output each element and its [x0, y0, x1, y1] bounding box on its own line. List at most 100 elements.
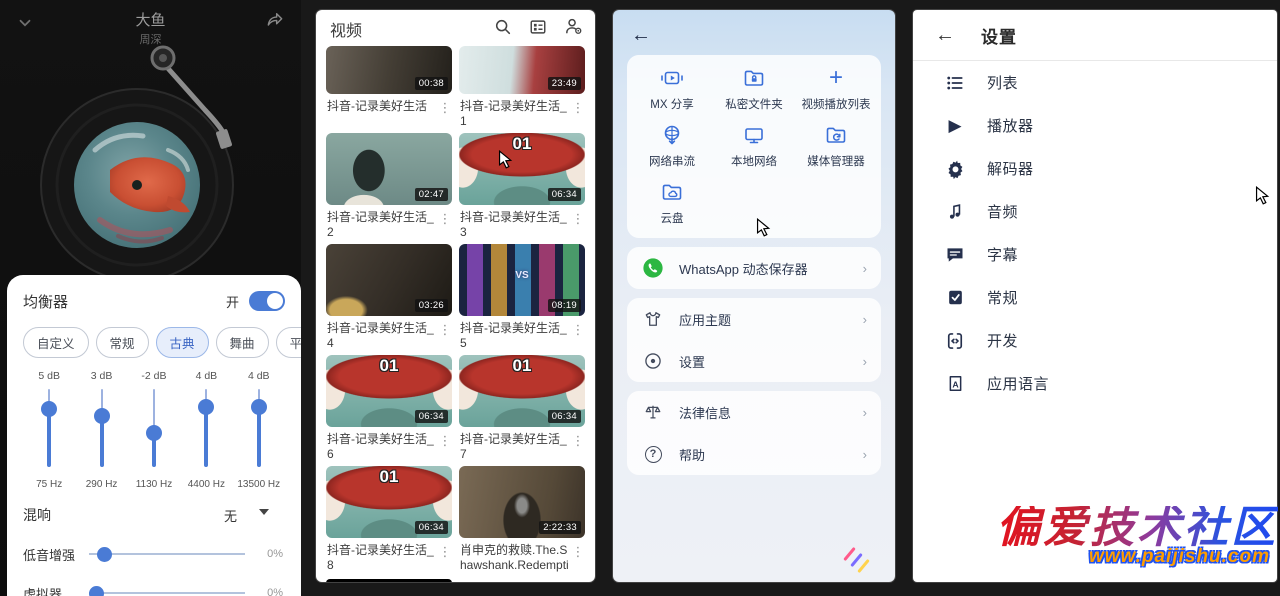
bass-boost-label: 低音增强: [23, 545, 87, 564]
drawer-panel: ← MX 分享 私密文件夹 + 视频播放列表: [613, 10, 895, 582]
band-1130hz: -2 dB 1130 Hz: [128, 370, 180, 490]
menu-whatsapp-saver[interactable]: WhatsApp 动态保存器 ›: [627, 247, 881, 289]
band-slider-thumb[interactable]: [94, 408, 110, 424]
list-icon: [943, 73, 967, 93]
more-menu-icon[interactable]: ⋮: [571, 432, 585, 462]
menu-help[interactable]: ? 帮助 ›: [627, 433, 881, 475]
shortcut-media-manager[interactable]: 媒体管理器: [795, 122, 877, 169]
legal-scales-icon: [641, 402, 665, 422]
video-item[interactable]: 00:38 抖音-记录美好生活⋮: [326, 46, 452, 129]
duration-badge: 23:49: [548, 77, 581, 90]
language-doc-icon: A: [943, 374, 967, 393]
video-item-partial[interactable]: [326, 579, 452, 582]
cloud-drive-icon: [660, 179, 684, 205]
back-arrow-icon[interactable]: ←: [935, 25, 955, 46]
settings-item-decoder[interactable]: 解码器: [913, 147, 1277, 190]
more-menu-icon[interactable]: ⋮: [571, 99, 585, 129]
video-item[interactable]: VS08:19 抖音-记录美好生活_5⋮: [459, 244, 585, 351]
virtualizer-value: 0%: [257, 587, 283, 596]
more-menu-icon[interactable]: ⋮: [438, 321, 452, 351]
equalizer-title: 均衡器: [23, 291, 226, 312]
shortcut-network-stream[interactable]: 网络串流: [631, 122, 713, 169]
settings-item-audio[interactable]: 音频: [913, 190, 1277, 233]
code-brackets-icon: [943, 331, 967, 351]
song-title: 大鱼: [0, 9, 301, 30]
shortcut-mx-share[interactable]: MX 分享: [631, 65, 713, 112]
bass-boost-slider[interactable]: [89, 546, 245, 562]
more-menu-icon[interactable]: ⋮: [438, 432, 452, 462]
reverb-dropdown-caret-icon[interactable]: [259, 509, 269, 515]
preset-chip-custom[interactable]: 自定义: [23, 327, 89, 358]
preset-chip-flat[interactable]: 平淡: [276, 327, 301, 358]
band-slider-thumb[interactable]: [251, 399, 267, 415]
video-item[interactable]: 0106:34 抖音-记录美好生活_8⋮: [326, 466, 452, 575]
preset-chip-dance[interactable]: 舞曲: [216, 327, 269, 358]
more-menu-icon[interactable]: ⋮: [438, 210, 452, 240]
duration-badge: 06:34: [415, 410, 448, 423]
preset-chip-normal[interactable]: 常规: [96, 327, 149, 358]
reverb-value[interactable]: 无: [224, 506, 237, 525]
menu-settings[interactable]: 设置 ›: [627, 340, 881, 382]
checklist-icon: [943, 288, 967, 307]
video-item[interactable]: 23:49 抖音-记录美好生活_1⋮: [459, 46, 585, 129]
more-menu-icon[interactable]: ⋮: [438, 543, 452, 573]
band-slider-thumb[interactable]: [198, 399, 214, 415]
virtualizer-slider[interactable]: [89, 585, 245, 596]
settings-item-general[interactable]: 常规: [913, 276, 1277, 319]
profile-settings-icon[interactable]: [564, 17, 583, 41]
mouse-cursor: [498, 150, 513, 169]
watermark-streaks-decoration: [848, 556, 865, 574]
band-slider-thumb[interactable]: [41, 401, 57, 417]
duration-badge: 06:34: [548, 410, 581, 423]
subtitle-bubble-icon: [943, 245, 967, 265]
more-menu-icon[interactable]: ⋮: [571, 543, 585, 575]
settings-item-developer[interactable]: 开发: [913, 319, 1277, 362]
more-menu-icon[interactable]: ⋮: [571, 321, 585, 351]
view-mode-icon[interactable]: [529, 18, 547, 41]
theme-tshirt-icon: [641, 309, 665, 329]
gear-icon: [943, 158, 967, 179]
more-menu-icon[interactable]: ⋮: [571, 210, 585, 240]
shortcut-video-playlist[interactable]: + 视频播放列表: [795, 65, 877, 112]
music-player-panel: 大鱼 周深 均衡器 开 自定义 常规 古典 舞曲 平淡 民谣 5 dB 75 H…: [0, 0, 301, 596]
video-item[interactable]: 0106:34 抖音-记录美好生活_7⋮: [459, 355, 585, 462]
video-item[interactable]: 0106:34 抖音-记录美好生活_3⋮: [459, 133, 585, 240]
add-playlist-icon: +: [829, 65, 843, 91]
music-note-icon: [943, 202, 967, 221]
virtualizer-label: 虚拟器: [23, 584, 87, 596]
video-item[interactable]: 02:47 抖音-记录美好生活_2⋮: [326, 133, 452, 240]
duration-badge: 08:19: [548, 299, 581, 312]
more-menu-icon[interactable]: ⋮: [438, 99, 452, 116]
back-arrow-icon[interactable]: ←: [631, 25, 881, 46]
settings-item-subtitle[interactable]: 字幕: [913, 233, 1277, 276]
share-icon[interactable]: [265, 10, 285, 35]
private-folder-icon: [742, 65, 766, 91]
local-network-icon: [742, 122, 766, 148]
video-item[interactable]: 03:26 抖音-记录美好生活_4⋮: [326, 244, 452, 351]
shortcut-cloud-drive[interactable]: 云盘: [631, 179, 713, 226]
equalizer-on-label: 开: [226, 292, 239, 311]
search-icon[interactable]: [494, 18, 512, 41]
watermark-text: 偏爱技术社区: [996, 506, 1278, 550]
band-13500hz: 4 dB 13500 Hz: [233, 370, 285, 490]
video-item[interactable]: 0106:34 抖音-记录美好生活_6⋮: [326, 355, 452, 462]
reverb-label: 混响: [23, 505, 51, 525]
video-item[interactable]: 2:22:33 肖申克的救赎.The.Shawshank.Redemption.…: [459, 466, 585, 575]
band-75hz: 5 dB 75 Hz: [23, 370, 75, 490]
settings-item-app-language[interactable]: A 应用语言: [913, 362, 1277, 405]
menu-legal-info[interactable]: 法律信息 ›: [627, 391, 881, 433]
settings-item-player[interactable]: ▶ 播放器: [913, 104, 1277, 147]
shortcut-private-folder[interactable]: 私密文件夹: [713, 65, 795, 112]
preset-chip-classical[interactable]: 古典: [156, 327, 209, 358]
duration-badge: 06:34: [415, 521, 448, 534]
band-slider-thumb[interactable]: [146, 425, 162, 441]
video-list-title: 视频: [330, 17, 494, 41]
settings-item-list[interactable]: 列表: [913, 61, 1277, 104]
equalizer-bands: 5 dB 75 Hz 3 dB 290 Hz -2 dB 1130 Hz 4 d…: [23, 370, 285, 490]
shortcut-local-network[interactable]: 本地网络: [713, 122, 795, 169]
menu-app-theme[interactable]: 应用主题 ›: [627, 298, 881, 340]
chevron-right-icon: ›: [863, 447, 867, 462]
equalizer-toggle[interactable]: [249, 291, 285, 311]
watermark: 偏爱技术社区 www.paijishu.com: [996, 506, 1278, 568]
bass-boost-value: 0%: [257, 548, 283, 560]
